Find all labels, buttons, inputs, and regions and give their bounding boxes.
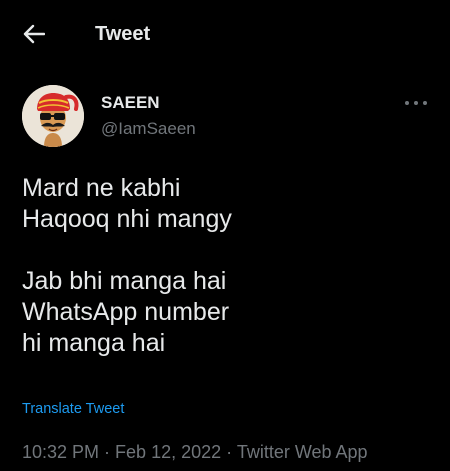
- meta-separator: ·: [221, 442, 237, 462]
- tweet-text: Mard ne kabhi Haqooq nhi mangy Jab bhi m…: [22, 174, 232, 357]
- meta-separator: ·: [99, 442, 116, 462]
- translate-tweet-link[interactable]: Translate Tweet: [22, 400, 124, 418]
- top-bar: Tweet: [0, 0, 450, 66]
- more-dots-icon: [405, 101, 427, 105]
- tweet-metadata: 10:32 PM · Feb 12, 2022 · Twitter Web Ap…: [22, 441, 368, 463]
- author-display-name[interactable]: SAEEN: [101, 93, 160, 113]
- avatar[interactable]: [22, 85, 84, 147]
- tweet-source[interactable]: Twitter Web App: [237, 442, 368, 462]
- page-title: Tweet: [95, 23, 151, 45]
- tweet-date[interactable]: Feb 12, 2022: [115, 442, 221, 462]
- author-handle[interactable]: @IamSaeen: [101, 119, 196, 139]
- tweet-time[interactable]: 10:32 PM: [22, 442, 99, 462]
- more-options-button[interactable]: [402, 94, 430, 112]
- arrow-left-icon: [23, 24, 45, 44]
- back-button[interactable]: [19, 20, 49, 48]
- cartoon-man-with-turban-avatar: [22, 85, 84, 147]
